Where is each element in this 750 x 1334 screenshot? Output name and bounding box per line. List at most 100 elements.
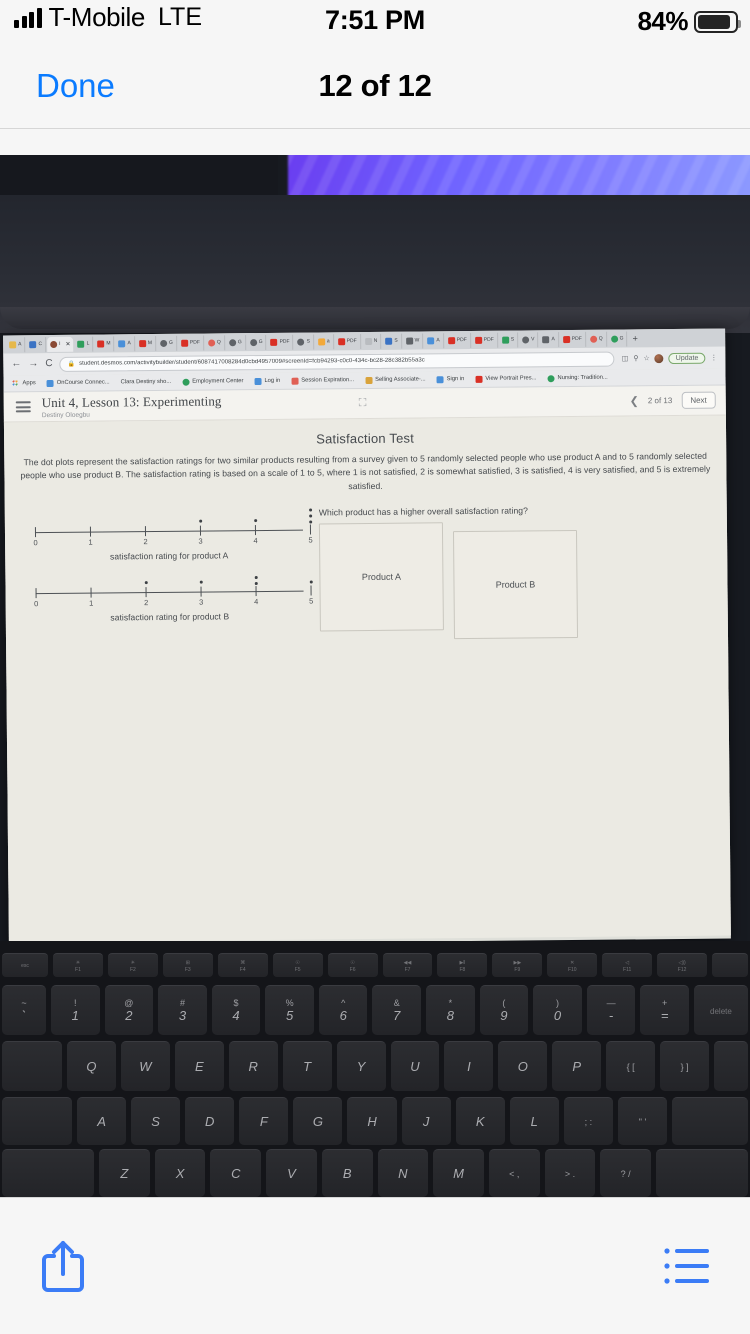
- browser-tab[interactable]: Q: [586, 331, 607, 347]
- key-f12[interactable]: ◁)) F12: [657, 953, 708, 977]
- key-tab[interactable]: [2, 1041, 62, 1091]
- browser-tab[interactable]: S: [498, 332, 519, 348]
- photo-viewer-image[interactable]: A C I ✕ L M A M G PDF Q G G PDF S a PDF N…: [0, 155, 750, 1197]
- key-comma[interactable]: < ,: [488, 1149, 540, 1197]
- key-bracket-left[interactable]: { [: [606, 1041, 656, 1091]
- browser-tab[interactable]: A: [539, 331, 559, 347]
- browser-tab[interactable]: S: [382, 333, 402, 349]
- hamburger-menu-icon[interactable]: [15, 401, 31, 413]
- key-r[interactable]: R: [228, 1041, 278, 1091]
- key-j[interactable]: J: [401, 1097, 451, 1145]
- key-f8[interactable]: ▶‖ F8: [437, 953, 488, 977]
- key-f1[interactable]: ☀ F1: [53, 953, 103, 977]
- cast-icon[interactable]: ◫: [622, 354, 629, 362]
- key-shift-left[interactable]: [2, 1149, 94, 1197]
- key-f5[interactable]: ☉ F5: [272, 953, 323, 977]
- key-u[interactable]: U: [390, 1041, 440, 1091]
- key-bracket-right[interactable]: } ]: [660, 1041, 710, 1091]
- browser-tab[interactable]: M: [94, 335, 115, 352]
- browser-tab[interactable]: C: [26, 336, 47, 352]
- key-minus[interactable]: — -: [586, 985, 636, 1035]
- bookmark-item[interactable]: Clara Destiny sho...: [121, 379, 172, 385]
- next-screen-button[interactable]: Next: [681, 391, 716, 409]
- list-view-button[interactable]: [658, 1239, 716, 1293]
- bookmark-star-icon[interactable]: ☆: [643, 354, 649, 362]
- choice-product-b[interactable]: Product B: [452, 529, 579, 640]
- key-n[interactable]: N: [377, 1149, 429, 1197]
- key-f7[interactable]: ◀◀ F7: [382, 953, 433, 977]
- browser-tab-active[interactable]: I ✕: [47, 336, 74, 352]
- key-0[interactable]: ) 0: [533, 985, 582, 1035]
- key-equals[interactable]: + =: [640, 985, 689, 1035]
- bookmark-item[interactable]: Sign in: [436, 375, 465, 383]
- key-y[interactable]: Y: [336, 1041, 386, 1091]
- choice-product-a[interactable]: Product A: [318, 522, 444, 632]
- key-4[interactable]: $4: [211, 985, 261, 1035]
- key-6[interactable]: ^ 6: [318, 985, 368, 1035]
- key-d[interactable]: D: [185, 1097, 235, 1145]
- key-k[interactable]: K: [455, 1097, 505, 1145]
- key-delete[interactable]: delete: [693, 985, 748, 1035]
- bookmark-item[interactable]: Selling Associate-...: [365, 376, 426, 384]
- browser-tab[interactable]: V: [519, 331, 539, 348]
- expand-fullscreen-icon[interactable]: ⛶: [359, 396, 371, 409]
- browser-tab[interactable]: W: [402, 332, 424, 349]
- new-tab-button[interactable]: +: [633, 333, 638, 343]
- key-f2[interactable]: ☀ F2: [107, 953, 158, 977]
- share-button[interactable]: [34, 1233, 92, 1299]
- browser-tab[interactable]: PDF: [559, 331, 586, 347]
- reload-icon[interactable]: C: [45, 358, 52, 369]
- key-e[interactable]: E: [174, 1041, 224, 1091]
- key-3[interactable]: #3: [158, 985, 207, 1035]
- bookmark-apps[interactable]: Apps: [12, 379, 36, 387]
- key-f3[interactable]: ⊞ F3: [162, 953, 213, 977]
- browser-tab[interactable]: Q: [204, 334, 225, 351]
- update-button[interactable]: Update: [668, 352, 706, 364]
- browser-tab[interactable]: G: [156, 335, 177, 351]
- key-slash[interactable]: ? /: [600, 1149, 652, 1197]
- key-f[interactable]: F: [239, 1097, 289, 1145]
- browser-tab[interactable]: a: [314, 333, 334, 349]
- search-icon[interactable]: ⚲: [633, 354, 638, 362]
- address-bar[interactable]: 🔒 student.desmos.com/activitybuilder/stu…: [59, 351, 615, 372]
- key-b[interactable]: B: [321, 1149, 373, 1197]
- key-i[interactable]: I: [444, 1041, 494, 1091]
- browser-tab[interactable]: M: [135, 335, 157, 351]
- browser-tab[interactable]: L: [74, 336, 94, 352]
- bookmark-item[interactable]: Nursing: Tradition...: [547, 374, 608, 382]
- key-a[interactable]: A: [77, 1097, 127, 1145]
- browser-tab[interactable]: G: [246, 334, 267, 350]
- browser-tab[interactable]: G: [225, 334, 246, 350]
- key-semicolon[interactable]: ; :: [563, 1097, 613, 1145]
- key-period[interactable]: > .: [544, 1149, 596, 1197]
- key-f11[interactable]: ◁ F11: [602, 953, 653, 977]
- profile-avatar-icon[interactable]: [654, 353, 664, 363]
- previous-screen-icon[interactable]: ❮: [630, 394, 639, 407]
- bookmark-item[interactable]: Log in: [254, 377, 280, 385]
- browser-tab[interactable]: S: [294, 333, 314, 350]
- key-9[interactable]: (9: [479, 985, 529, 1035]
- key-esc[interactable]: esc: [2, 953, 48, 977]
- key-w[interactable]: W: [120, 1041, 170, 1091]
- browser-tab[interactable]: PDF: [444, 332, 471, 348]
- key-backtick[interactable]: ~ `: [2, 985, 46, 1035]
- key-f6[interactable]: ☉ F6: [327, 953, 378, 977]
- key-l[interactable]: L: [509, 1097, 559, 1145]
- key-o[interactable]: O: [498, 1041, 548, 1091]
- key-x[interactable]: X: [154, 1149, 206, 1197]
- key-8[interactable]: * 8: [426, 985, 475, 1035]
- browser-tab[interactable]: G: [607, 330, 628, 347]
- key-f10[interactable]: ✕ F10: [547, 953, 598, 977]
- browser-tab[interactable]: A: [115, 335, 135, 351]
- bookmark-item[interactable]: Session Expiration...: [291, 377, 354, 385]
- key-h[interactable]: H: [347, 1097, 397, 1145]
- key-return[interactable]: [672, 1097, 749, 1145]
- browser-tab[interactable]: PDF: [471, 332, 498, 348]
- browser-tab[interactable]: A: [424, 332, 444, 348]
- key-m[interactable]: M: [433, 1149, 484, 1197]
- browser-tab[interactable]: PDF: [334, 333, 361, 349]
- key-f9[interactable]: ▶▶ F9: [492, 953, 543, 977]
- browser-tab[interactable]: PDF: [267, 334, 294, 350]
- browser-tab[interactable]: A: [6, 336, 26, 352]
- key-2[interactable]: @2: [104, 985, 154, 1035]
